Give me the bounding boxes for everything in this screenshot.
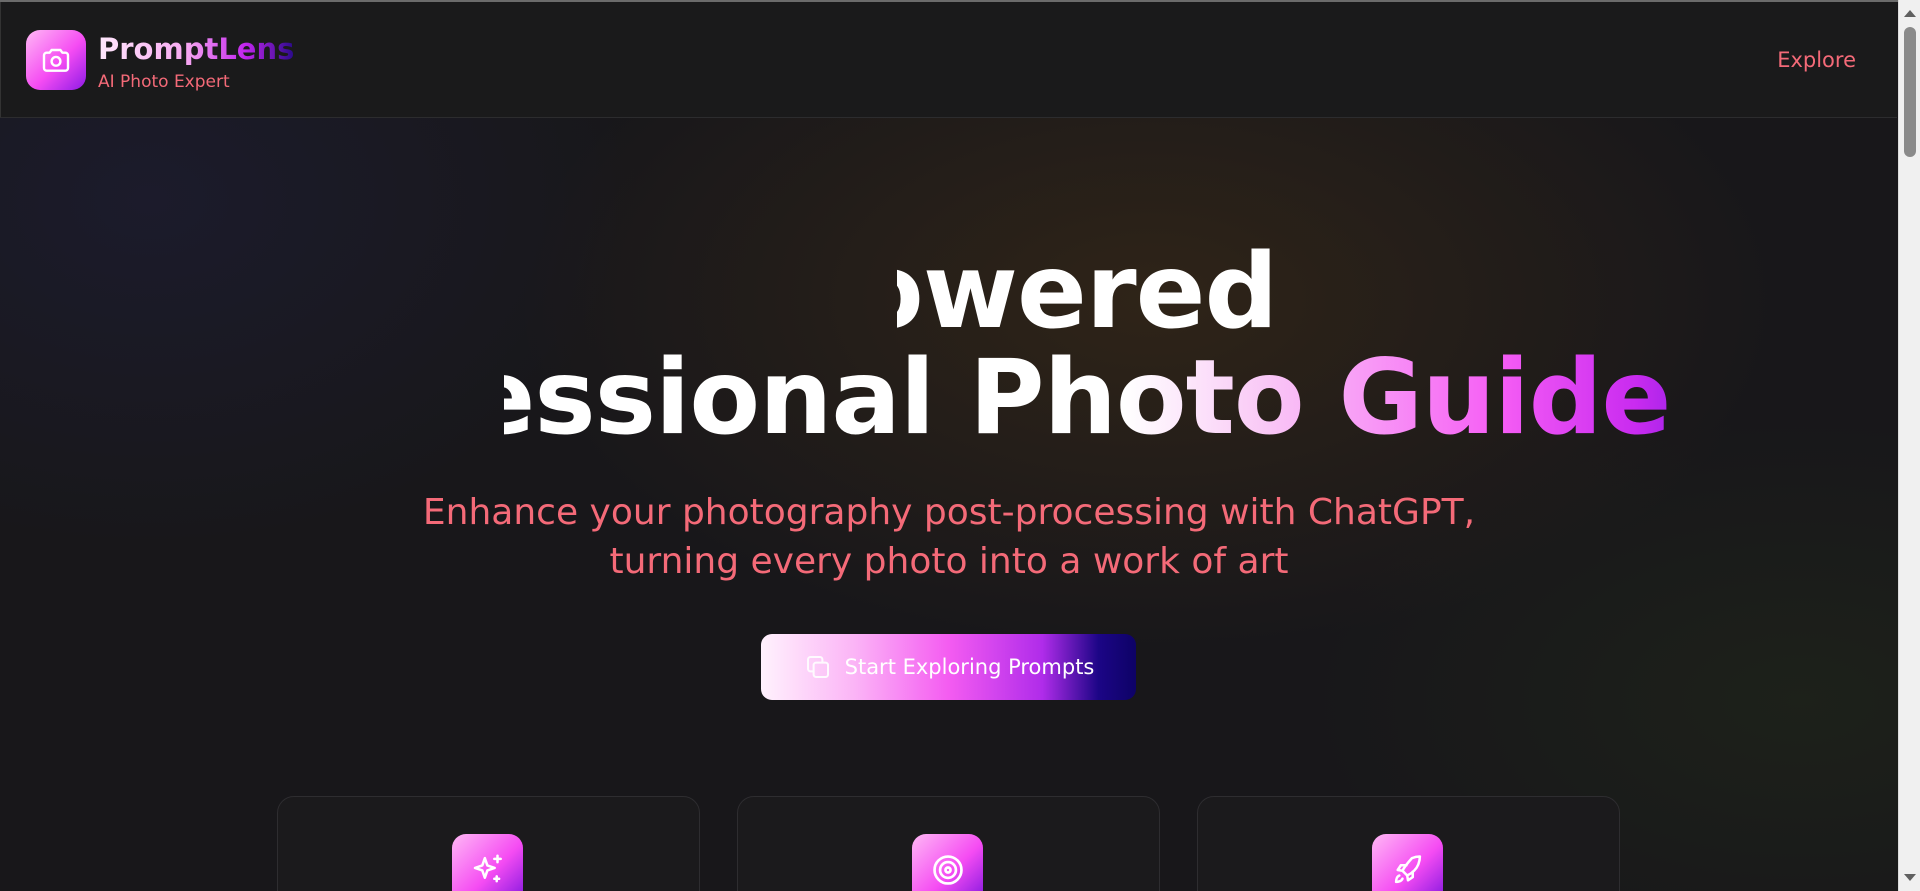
vertical-scrollbar[interactable] xyxy=(1898,0,1920,891)
hero-title-line1: AI-Powered xyxy=(0,240,1898,345)
scrollbar-thumb[interactable] xyxy=(1904,27,1916,157)
feature-card-1-badge xyxy=(452,834,523,891)
feature-card-1 xyxy=(277,796,700,891)
logo-badge[interactable] xyxy=(26,30,86,90)
scroll-up-arrow-icon[interactable] xyxy=(1904,10,1916,17)
feature-card-2 xyxy=(737,796,1160,891)
brand-name[interactable]: PromptLens xyxy=(98,32,294,66)
feature-card-3-badge xyxy=(1372,834,1443,891)
camera-icon xyxy=(42,48,70,72)
hero-subtitle-line2: turning every photo into a work of art xyxy=(609,541,1289,582)
nav-explore-link[interactable]: Explore xyxy=(1777,48,1856,72)
hero-subtitle: Enhance your photography post-processing… xyxy=(0,488,1898,586)
feature-card-2-badge xyxy=(912,834,983,891)
hero-title-line1-text: AI-Powered xyxy=(620,232,1278,352)
brand-tagline: AI Photo Expert xyxy=(98,72,230,92)
target-icon xyxy=(932,854,963,885)
rocket-icon xyxy=(1394,854,1421,883)
navbar: PromptLens AI Photo Expert Explore xyxy=(0,2,1897,118)
start-exploring-button[interactable]: Start Exploring Prompts xyxy=(761,634,1136,700)
start-exploring-label: Start Exploring Prompts xyxy=(844,655,1095,679)
feature-card-3 xyxy=(1197,796,1620,891)
hero-title-line2: Professional Photo Guide xyxy=(0,346,1898,451)
hero-subtitle-line1: Enhance your photography post-processing… xyxy=(422,492,1476,533)
copy-icon xyxy=(806,656,829,678)
page-viewport: PromptLens AI Photo Expert Explore AI-Po… xyxy=(0,0,1898,891)
scroll-down-arrow-icon[interactable] xyxy=(1904,874,1916,881)
sparkles-icon xyxy=(473,853,502,882)
hero-title-line2-text: Professional Photo Guide xyxy=(227,338,1672,458)
